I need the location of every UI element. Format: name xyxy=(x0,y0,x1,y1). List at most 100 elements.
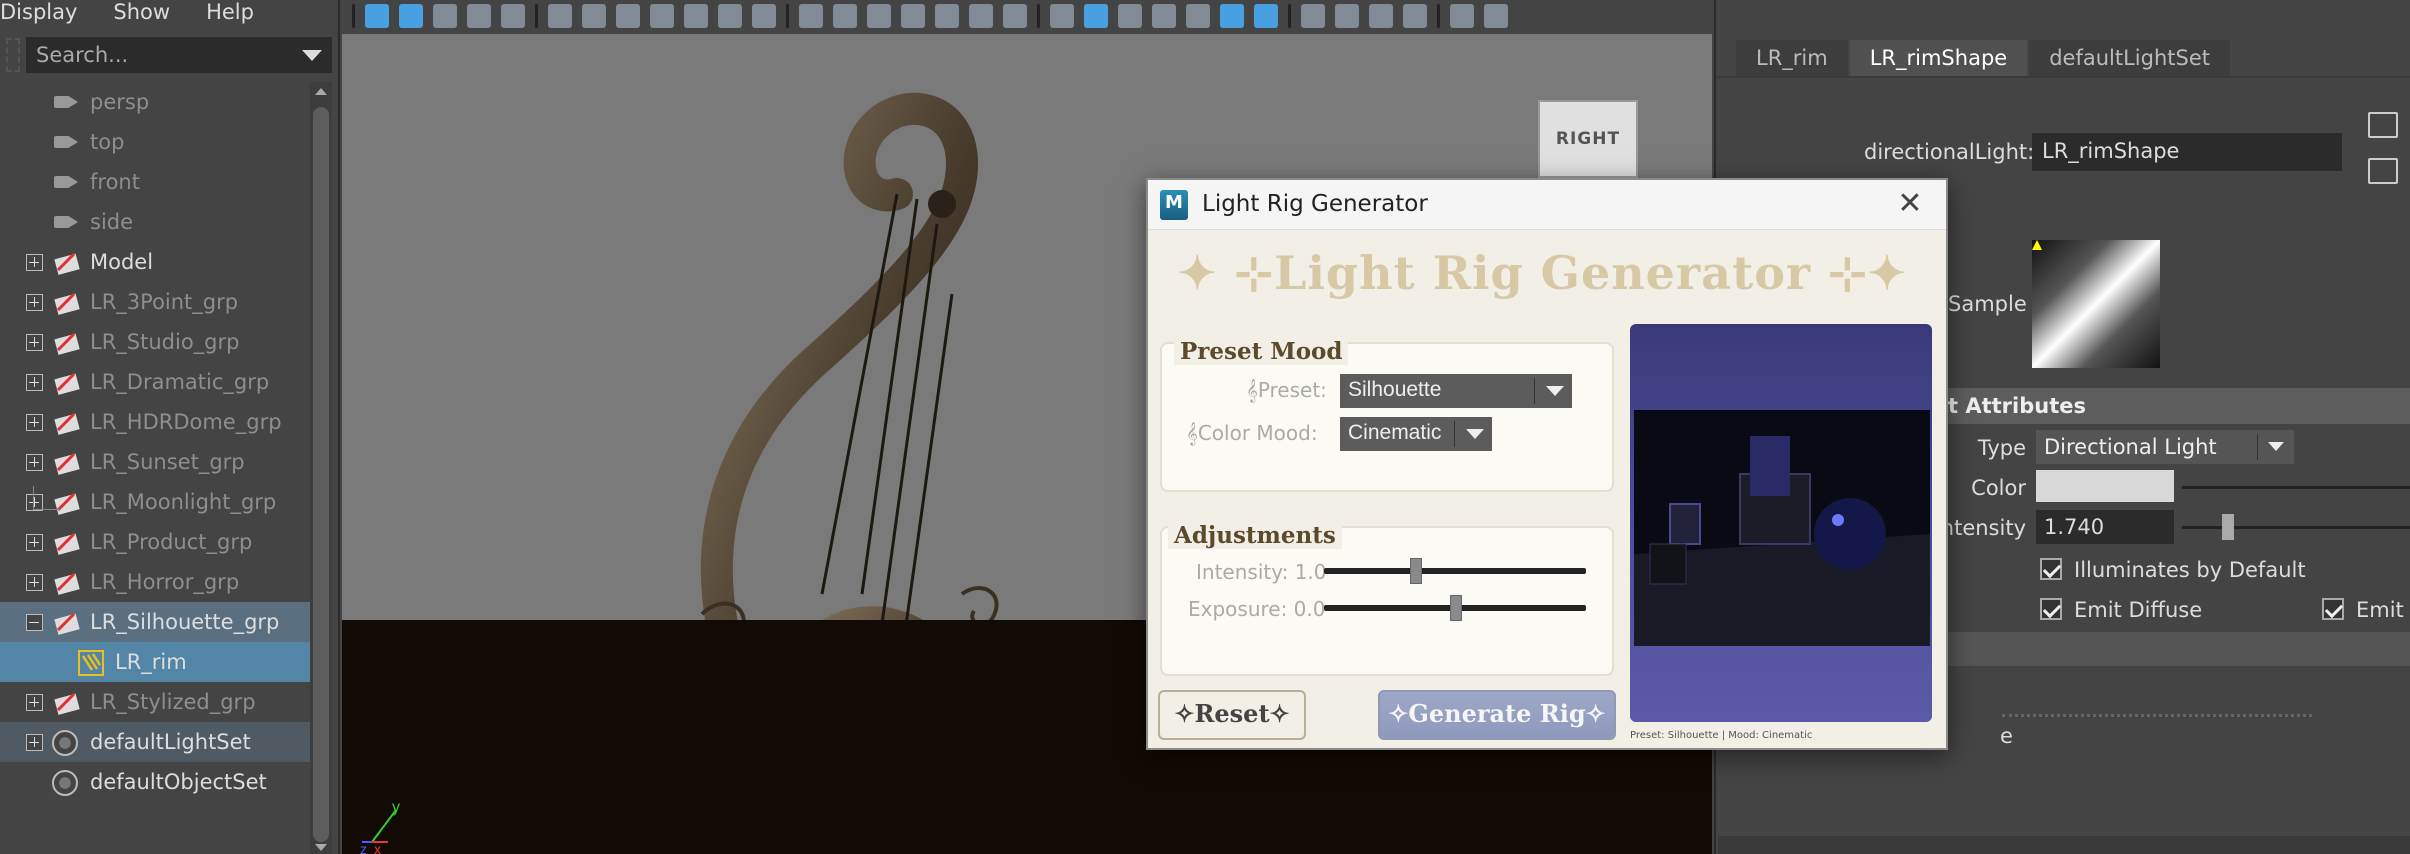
shadows-icon[interactable] xyxy=(1254,4,1278,28)
presets-icon[interactable] xyxy=(2368,158,2398,184)
outliner-item-defaultobjectset[interactable]: defaultObjectSet xyxy=(0,762,310,802)
lock-camera-icon[interactable] xyxy=(582,4,606,28)
scroll-up-icon[interactable] xyxy=(315,88,327,95)
outliner-item-lr-product-grp[interactable]: LR_Product_grp xyxy=(0,522,310,562)
textured-icon[interactable] xyxy=(1186,4,1210,28)
outliner-item-front[interactable]: front xyxy=(0,162,310,202)
grid-toggle-icon[interactable] xyxy=(799,4,823,28)
close-icon[interactable]: ✕ xyxy=(1894,188,1926,220)
search-input[interactable]: Search... xyxy=(26,37,332,73)
intensity-slider[interactable] xyxy=(1324,568,1586,574)
grid-icon[interactable] xyxy=(433,4,457,28)
camera-attr-icon[interactable] xyxy=(616,4,640,28)
use-all-lights-icon[interactable] xyxy=(1220,4,1244,28)
reset-button[interactable]: ✧Reset✧ xyxy=(1158,690,1306,740)
generate-rig-button[interactable]: ✧Generate Rig✧ xyxy=(1378,690,1616,740)
expand-icon[interactable] xyxy=(26,414,43,431)
tab-lr-rim[interactable]: LR_rim xyxy=(1736,40,1848,76)
default-material-icon[interactable] xyxy=(1152,4,1176,28)
scroll-down-icon[interactable] xyxy=(315,844,327,851)
color-swatch[interactable] xyxy=(2036,470,2174,502)
expand-icon[interactable] xyxy=(26,334,43,351)
outliner-item-lr-studio-grp[interactable]: LR_Studio_grp xyxy=(0,322,310,362)
expand-icon[interactable] xyxy=(26,694,43,711)
drag-handle-icon[interactable] xyxy=(6,38,20,72)
outliner-item-lr-horror-grp[interactable]: LR_Horror_grp xyxy=(0,562,310,602)
menu-help[interactable]: Help xyxy=(206,0,254,24)
dialog-titlebar[interactable]: M Light Rig Generator ✕ xyxy=(1148,180,1946,230)
collapse-icon[interactable] xyxy=(26,614,43,631)
gate-mask-icon[interactable] xyxy=(901,4,925,28)
mood-dropdown[interactable]: Cinematic xyxy=(1340,417,1492,451)
bookmark-icon[interactable] xyxy=(650,4,674,28)
move-icon[interactable] xyxy=(684,4,708,28)
outliner-item-lr-3point-grp[interactable]: LR_3Point_grp xyxy=(0,282,310,322)
intensity-field[interactable]: 1.740 xyxy=(2036,510,2174,544)
expand-icon[interactable] xyxy=(26,574,43,591)
tab-lr-rimshape[interactable]: LR_rimShape xyxy=(1849,40,2028,76)
chevron-down-icon xyxy=(1466,429,1484,439)
outliner-item-lr-rim[interactable]: LR_rim xyxy=(0,642,310,682)
chevron-down-icon[interactable] xyxy=(302,49,322,61)
search-placeholder: Search... xyxy=(36,43,129,67)
focus-icon[interactable] xyxy=(2368,112,2398,138)
outliner-item-lr-sunset-grp[interactable]: LR_Sunset_grp xyxy=(0,442,310,482)
expand-icon[interactable] xyxy=(26,534,43,551)
emit-diffuse-checkbox[interactable] xyxy=(2040,598,2062,620)
expand-icon[interactable] xyxy=(26,374,43,391)
brush-icon[interactable] xyxy=(752,4,776,28)
expand-icon[interactable] xyxy=(26,734,43,751)
viewcube[interactable]: RIGHT xyxy=(1538,100,1638,178)
menu-show[interactable]: Show xyxy=(113,0,170,24)
outliner-item-model[interactable]: Model xyxy=(0,242,310,282)
smooth-shade-icon[interactable] xyxy=(1084,4,1108,28)
outliner-item-lr-dramatic-grp[interactable]: LR_Dramatic_grp xyxy=(0,362,310,402)
xray-icon[interactable] xyxy=(1484,4,1508,28)
outliner-item-top[interactable]: top xyxy=(0,122,310,162)
film-gate-icon[interactable] xyxy=(833,4,857,28)
tab-defaultlightset[interactable]: defaultLightSet xyxy=(2029,40,2230,76)
outliner-item-persp[interactable]: persp xyxy=(0,82,310,122)
sphere-icon[interactable] xyxy=(467,4,491,28)
depth-of-field-icon[interactable] xyxy=(1403,4,1427,28)
expand-icon[interactable] xyxy=(26,254,43,271)
safe-action-icon[interactable] xyxy=(969,4,993,28)
item-label: LR_HDRDome_grp xyxy=(90,410,282,434)
node-name-field[interactable]: LR_rimShape xyxy=(2032,133,2342,171)
wireframe-on-shaded-icon[interactable] xyxy=(1118,4,1142,28)
dropdown-separator xyxy=(2257,434,2258,460)
intensity-slider-thumb[interactable] xyxy=(1410,558,1422,584)
intensity-slider-thumb[interactable] xyxy=(2222,514,2234,540)
expand-icon[interactable] xyxy=(26,294,43,311)
wireframe-icon[interactable] xyxy=(1050,4,1074,28)
anti-aliasing-icon[interactable] xyxy=(1369,4,1393,28)
outliner-item-defaultlightset[interactable]: defaultLightSet xyxy=(0,722,310,762)
color-slider-track[interactable] xyxy=(2182,486,2410,489)
cut-label: e xyxy=(2000,724,2013,748)
preset-dropdown[interactable]: Silhouette xyxy=(1340,374,1572,408)
expand-icon[interactable] xyxy=(26,454,43,471)
text-tool-icon[interactable] xyxy=(365,4,389,28)
type-dropdown[interactable]: Directional Light xyxy=(2036,430,2294,464)
illuminates-checkbox[interactable] xyxy=(2040,558,2062,580)
camera-icon[interactable] xyxy=(548,4,572,28)
outliner-item-lr-stylized-grp[interactable]: LR_Stylized_grp xyxy=(0,682,310,722)
field-chart-icon[interactable] xyxy=(935,4,959,28)
safe-title-icon[interactable] xyxy=(1003,4,1027,28)
image-icon[interactable] xyxy=(501,4,525,28)
outliner-scrollbar[interactable] xyxy=(310,82,332,854)
isolate-select-icon[interactable] xyxy=(1450,4,1474,28)
menu-display[interactable]: Display xyxy=(0,0,77,24)
intensity-slider-track[interactable] xyxy=(2182,526,2410,529)
exposure-slider-thumb[interactable] xyxy=(1450,595,1462,621)
outliner-item-side[interactable]: side xyxy=(0,202,310,242)
screen-space-ao-icon[interactable] xyxy=(1301,4,1325,28)
zoom-icon[interactable] xyxy=(718,4,742,28)
select-frame-icon[interactable] xyxy=(399,4,423,28)
scrollbar-thumb[interactable] xyxy=(313,107,329,842)
outliner-item-lr-silhouette-grp[interactable]: LR_Silhouette_grp xyxy=(0,602,310,642)
resolution-gate-icon[interactable] xyxy=(867,4,891,28)
motion-blur-icon[interactable] xyxy=(1335,4,1359,28)
emit-specular-checkbox[interactable] xyxy=(2322,598,2344,620)
outliner-item-lr-hdrdome-grp[interactable]: LR_HDRDome_grp xyxy=(0,402,310,442)
